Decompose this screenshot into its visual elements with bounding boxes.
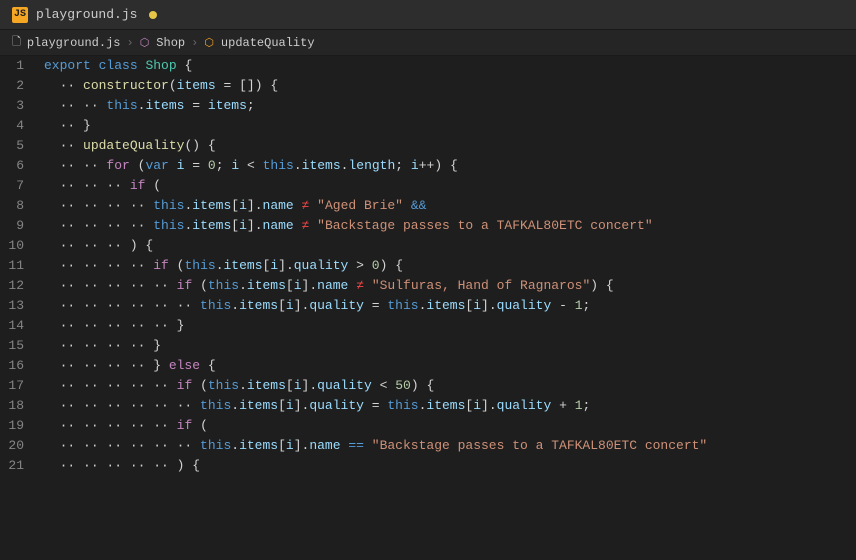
line-14: 14 ·· ·· ·· ·· ·· }: [0, 316, 856, 336]
line-content-5: ·· updateQuality() {: [40, 136, 856, 156]
line-number-18: 18: [0, 396, 40, 416]
line-10: 10 ·· ·· ·· ) {: [0, 236, 856, 256]
line-8: 8 ·· ·· ·· ·· this.items[i].name ≠ "Aged…: [0, 196, 856, 216]
line-content-7: ·· ·· ·· if (: [40, 176, 856, 196]
breadcrumb-class[interactable]: Shop: [156, 36, 185, 50]
line-12: 12 ·· ·· ·· ·· ·· if (this.items[i].name…: [0, 276, 856, 296]
line-content-12: ·· ·· ·· ·· ·· if (this.items[i].name ≠ …: [40, 276, 856, 296]
modified-dot: [149, 11, 157, 19]
line-number-20: 20: [0, 436, 40, 456]
line-number-6: 6: [0, 156, 40, 176]
line-number-14: 14: [0, 316, 40, 336]
breadcrumb-class-icon: ⬡: [140, 36, 150, 50]
line-9: 9 ·· ·· ·· ·· this.items[i].name ≠ "Back…: [0, 216, 856, 236]
line-number-13: 13: [0, 296, 40, 316]
line-15: 15 ·· ·· ·· ·· }: [0, 336, 856, 356]
line-number-4: 4: [0, 116, 40, 136]
line-number-3: 3: [0, 96, 40, 116]
line-20: 20 ·· ·· ·· ·· ·· ·· this.items[i].name …: [0, 436, 856, 456]
title-bar: JS playground.js: [0, 0, 856, 30]
line-number-11: 11: [0, 256, 40, 276]
line-13: 13 ·· ·· ·· ·· ·· ·· this.items[i].quali…: [0, 296, 856, 316]
line-content-18: ·· ·· ·· ·· ·· ·· this.items[i].quality …: [40, 396, 856, 416]
line-content-11: ·· ·· ·· ·· if (this.items[i].quality > …: [40, 256, 856, 276]
line-2: 2 ·· constructor(items = []) {: [0, 76, 856, 96]
line-5: 5 ·· updateQuality() {: [0, 136, 856, 156]
line-number-5: 5: [0, 136, 40, 156]
line-content-17: ·· ·· ·· ·· ·· if (this.items[i].quality…: [40, 376, 856, 396]
line-1: 1 export class Shop {: [0, 56, 856, 76]
line-content-9: ·· ·· ·· ·· this.items[i].name ≠ "Backst…: [40, 216, 856, 236]
line-17: 17 ·· ·· ·· ·· ·· if (this.items[i].qual…: [0, 376, 856, 396]
breadcrumb-file[interactable]: playground.js: [27, 36, 121, 50]
line-content-10: ·· ·· ·· ) {: [40, 236, 856, 256]
line-content-14: ·· ·· ·· ·· ·· }: [40, 316, 856, 336]
line-content-4: ·· }: [40, 116, 856, 136]
breadcrumb-sep-1: ›: [126, 36, 133, 50]
line-16: 16 ·· ·· ·· ·· } else {: [0, 356, 856, 376]
line-7: 7 ·· ·· ·· if (: [0, 176, 856, 196]
line-content-3: ·· ·· this.items = items;: [40, 96, 856, 116]
line-number-7: 7: [0, 176, 40, 196]
line-content-15: ·· ·· ·· ·· }: [40, 336, 856, 356]
line-18: 18 ·· ·· ·· ·· ·· ·· this.items[i].quali…: [0, 396, 856, 416]
line-content-19: ·· ·· ·· ·· ·· if (: [40, 416, 856, 436]
line-content-2: ·· constructor(items = []) {: [40, 76, 856, 96]
line-number-19: 19: [0, 416, 40, 436]
breadcrumb-sep-2: ›: [191, 36, 198, 50]
breadcrumb-file-icon: 🗋: [12, 33, 21, 52]
line-19: 19 ·· ·· ·· ·· ·· if (: [0, 416, 856, 436]
line-number-9: 9: [0, 216, 40, 236]
filename: playground.js: [36, 7, 137, 22]
breadcrumb-method[interactable]: updateQuality: [221, 36, 315, 50]
line-number-16: 16: [0, 356, 40, 376]
breadcrumb-method-icon: ⬡: [204, 36, 214, 50]
line-content-8: ·· ·· ·· ·· this.items[i].name ≠ "Aged B…: [40, 196, 856, 216]
file-icon: JS: [12, 7, 28, 23]
breadcrumb: 🗋 playground.js › ⬡ Shop › ⬡ updateQuali…: [0, 30, 856, 56]
line-number-8: 8: [0, 196, 40, 216]
line-number-2: 2: [0, 76, 40, 96]
line-4: 4 ·· }: [0, 116, 856, 136]
line-3: 3 ·· ·· this.items = items;: [0, 96, 856, 116]
line-6: 6 ·· ·· for (var i = 0; i < this.items.l…: [0, 156, 856, 176]
line-11: 11 ·· ·· ·· ·· if (this.items[i].quality…: [0, 256, 856, 276]
line-content-1: export class Shop {: [40, 56, 856, 76]
line-number-15: 15: [0, 336, 40, 356]
line-content-16: ·· ·· ·· ·· } else {: [40, 356, 856, 376]
line-content-6: ·· ·· for (var i = 0; i < this.items.len…: [40, 156, 856, 176]
line-content-13: ·· ·· ·· ·· ·· ·· this.items[i].quality …: [40, 296, 856, 316]
line-content-21: ·· ·· ·· ·· ·· ) {: [40, 456, 856, 476]
editor: 1 export class Shop { 2 ·· constructor(i…: [0, 56, 856, 560]
line-number-10: 10: [0, 236, 40, 256]
line-number-1: 1: [0, 56, 40, 76]
line-21: 21 ·· ·· ·· ·· ·· ) {: [0, 456, 856, 476]
line-number-17: 17: [0, 376, 40, 396]
line-number-12: 12: [0, 276, 40, 296]
line-content-20: ·· ·· ·· ·· ·· ·· this.items[i].name == …: [40, 436, 856, 456]
line-number-21: 21: [0, 456, 40, 476]
